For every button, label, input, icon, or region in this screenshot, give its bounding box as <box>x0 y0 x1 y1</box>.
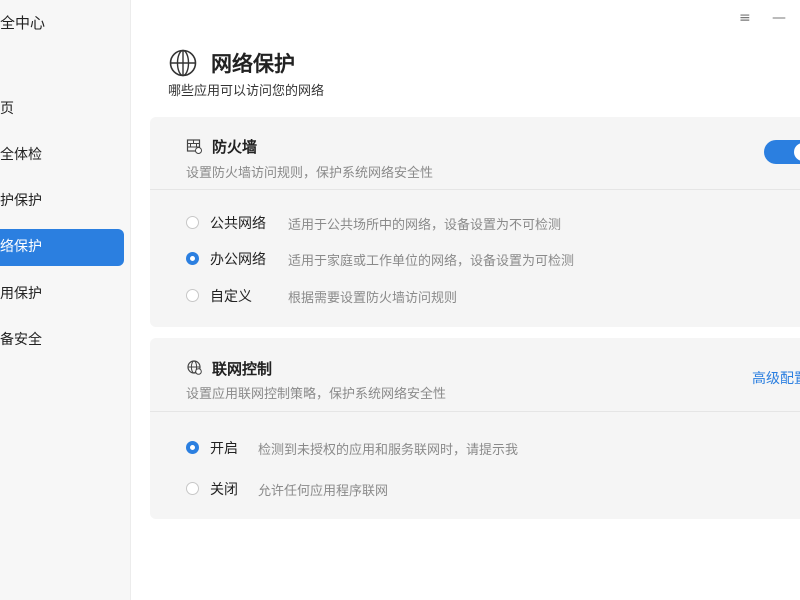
option-description: 适用于公共场所中的网络，设备设置为不可检测 <box>288 218 562 233</box>
network-control-title: 联网控制 <box>212 360 273 378</box>
radio-button[interactable] <box>186 289 199 302</box>
sidebar-item-device-security[interactable]: 备安全 <box>0 322 124 359</box>
radio-button[interactable] <box>186 216 199 229</box>
firewall-card: 防火墙 设置防火墙访问规则，保护系统网络安全性 公共网络 适用于公共场所中的网络… <box>150 117 800 327</box>
option-label: 自定义 <box>210 289 252 305</box>
sidebar-item-label: 备安全 <box>0 332 42 348</box>
option-label: 开启 <box>210 441 238 457</box>
sidebar-item-label: 页 <box>0 101 14 117</box>
sidebar-item-security-checkup[interactable]: 全体检 <box>0 137 124 174</box>
sidebar-item-home[interactable]: 页 <box>0 91 124 128</box>
app-title: 全中心 <box>0 14 46 32</box>
option-label: 公共网络 <box>210 216 266 232</box>
sidebar-item-label: 护保护 <box>0 193 42 209</box>
firewall-toggle[interactable] <box>764 140 800 164</box>
divider <box>150 189 800 190</box>
firewall-icon <box>186 139 202 154</box>
sidebar-item-app-protection[interactable]: 用保护 <box>0 276 124 313</box>
sidebar: 全中心 页 全体检 护保护 络保护 用保护 备安全 <box>0 0 131 600</box>
minimize-icon[interactable]: — <box>772 10 786 26</box>
option-description: 允许任何应用程序联网 <box>258 484 389 499</box>
advanced-config-link[interactable]: 高级配置 <box>752 368 800 388</box>
sidebar-item-label: 全体检 <box>0 147 42 163</box>
toggle-knob <box>794 143 800 161</box>
menu-icon[interactable]: ≡ <box>739 10 751 26</box>
network-control-icon <box>187 360 202 375</box>
firewall-description: 设置防火墙访问规则，保护系统网络安全性 <box>186 166 434 181</box>
sidebar-item-label: 络保护 <box>0 239 42 255</box>
option-label: 办公网络 <box>210 252 266 268</box>
page-subtitle: 哪些应用可以访问您的网络 <box>168 84 325 99</box>
globe-icon <box>169 49 197 77</box>
radio-button[interactable] <box>186 482 199 495</box>
option-description: 检测到未授权的应用和服务联网时，请提示我 <box>258 443 519 458</box>
radio-button-checked[interactable] <box>186 252 199 265</box>
divider <box>150 411 800 412</box>
firewall-title: 防火墙 <box>212 138 258 156</box>
page-title: 网络保护 <box>211 52 295 76</box>
radio-button-checked[interactable] <box>186 441 199 454</box>
option-label: 关闭 <box>210 482 238 498</box>
sidebar-item-protection[interactable]: 护保护 <box>0 183 124 220</box>
sidebar-item-network-protection[interactable]: 络保护 <box>0 229 124 266</box>
option-description: 根据需要设置防火墙访问规则 <box>288 291 458 306</box>
network-control-description: 设置应用联网控制策略，保护系统网络安全性 <box>186 387 447 402</box>
network-control-card: 联网控制 设置应用联网控制策略，保护系统网络安全性 高级配置 开启 检测到未授权… <box>150 338 800 519</box>
option-description: 适用于家庭或工作单位的网络，设备设置为可检测 <box>288 254 575 269</box>
sidebar-item-label: 用保护 <box>0 286 42 302</box>
